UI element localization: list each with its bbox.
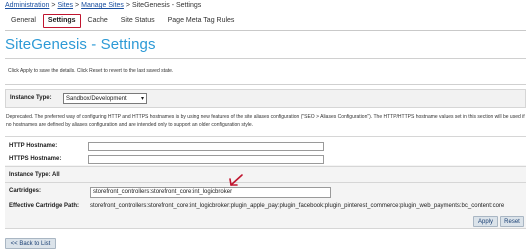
- back-to-list-button[interactable]: << Back to List: [5, 238, 56, 249]
- tab-bar: General Settings Cache Site Status Page …: [5, 14, 241, 28]
- form-divider: [5, 182, 526, 183]
- tab-cache[interactable]: Cache: [82, 14, 114, 28]
- tab-bar-divider: [5, 30, 526, 31]
- tab-general[interactable]: General: [5, 14, 42, 28]
- https-hostname-input[interactable]: [88, 155, 324, 164]
- https-hostname-label: HTTPS Hostname:: [9, 156, 62, 162]
- effective-cartridge-path-label: Effective Cartridge Path:: [9, 203, 80, 209]
- effective-cartridge-path-value: storefront_controllers:storefront_core:i…: [90, 203, 505, 209]
- breadcrumb: Administration > Sites > Manage Sites > SiteGe…: [5, 2, 201, 9]
- instance-type-selected-value: Sandbox/Development: [66, 96, 127, 102]
- instructions-text: Click Apply to save the details. Click R…: [8, 68, 174, 74]
- deprecation-description: Deprecated. The preferred way of configu…: [6, 114, 525, 128]
- http-hostname-input[interactable]: [88, 142, 324, 151]
- breadcrumb-separator: >: [75, 2, 80, 9]
- breadcrumb-current: SiteGenesis - Settings: [132, 2, 202, 9]
- hostname-settings-form: HTTP Hostname: HTTPS Hostname: Instance …: [5, 136, 526, 229]
- instructions-panel: Click Apply to save the details. Click R…: [5, 58, 526, 85]
- breadcrumb-separator: >: [125, 2, 131, 9]
- breadcrumb-separator: >: [51, 2, 56, 9]
- breadcrumb-link-manage-sites[interactable]: Manage Sites: [81, 2, 124, 9]
- breadcrumb-link-sites[interactable]: Sites: [57, 2, 73, 9]
- instance-type-label: Instance Type:: [10, 95, 52, 101]
- tab-page-meta-tag-rules[interactable]: Page Meta Tag Rules: [162, 14, 241, 28]
- apply-button[interactable]: Apply: [473, 216, 498, 227]
- tab-settings[interactable]: Settings: [42, 14, 81, 28]
- chevron-down-icon: ▾: [140, 96, 144, 102]
- reset-button[interactable]: Reset: [500, 216, 524, 227]
- tab-site-status[interactable]: Site Status: [115, 14, 161, 28]
- form-divider: [5, 166, 526, 167]
- instance-type-all-label: Instance Type: All: [9, 172, 60, 178]
- instance-type-panel: Instance Type: Sandbox/Development ▾: [5, 89, 526, 108]
- cartridges-label: Cartridges:: [9, 188, 42, 194]
- page-title: SiteGenesis - Settings: [5, 36, 156, 53]
- instance-type-select[interactable]: Sandbox/Development ▾: [63, 93, 147, 104]
- arrow-down-left-icon: [229, 174, 243, 186]
- http-hostname-label: HTTP Hostname:: [9, 143, 58, 149]
- breadcrumb-link-administration[interactable]: Administration: [5, 2, 49, 9]
- cartridges-input[interactable]: storefront_controllers:storefront_core:i…: [90, 187, 331, 198]
